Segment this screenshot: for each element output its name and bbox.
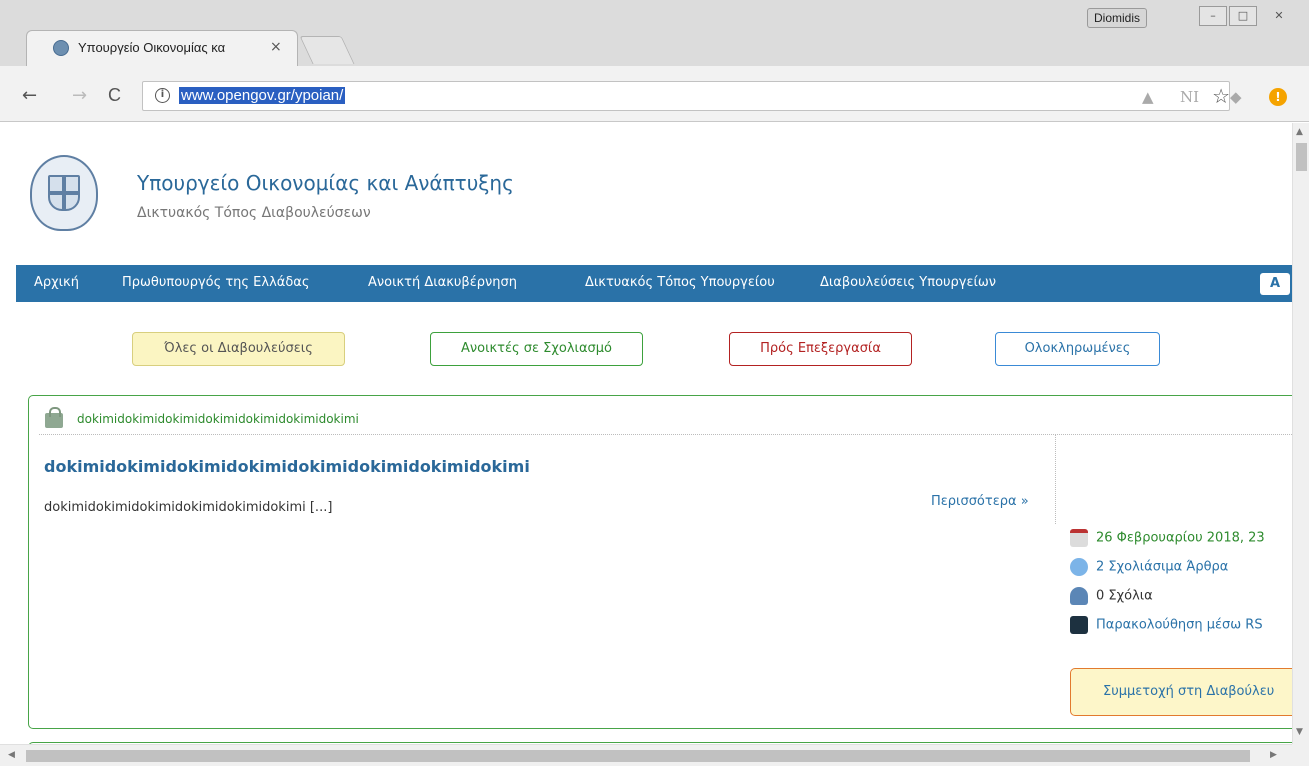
tab-title: Υπουργείο Οικονομίας κα xyxy=(78,40,226,55)
site-title[interactable]: Υπουργείο Οικονομίας και Ανάπτυξης xyxy=(137,171,514,195)
consultation-comments: 0 Σχόλια xyxy=(1070,587,1153,605)
site-info-icon[interactable]: i xyxy=(155,88,170,103)
minimize-button[interactable]: – xyxy=(1199,6,1227,26)
lock-icon xyxy=(45,407,63,428)
scroll-right-icon[interactable]: ▶ xyxy=(1270,750,1277,760)
scroll-up-icon[interactable]: ▲ xyxy=(1296,127,1303,137)
horizontal-scroll-thumb[interactable] xyxy=(26,750,1250,762)
filter-processing-button[interactable]: Πρός Επεξεργασία xyxy=(729,332,912,366)
maximize-button[interactable]: □ xyxy=(1229,6,1257,26)
drive-extension-icon[interactable]: ▲ xyxy=(1142,88,1154,106)
reload-icon[interactable]: C xyxy=(108,85,121,106)
page-viewport: Υπουργείο Οικονομίας και Ανάπτυξης Δικτυ… xyxy=(0,123,1292,744)
divider-vertical xyxy=(1055,434,1056,524)
nav-open-government[interactable]: Ανοικτή Διακυβέρνηση xyxy=(368,275,517,290)
bookmark-star-icon[interactable]: ☆ xyxy=(1212,84,1230,108)
nav-home[interactable]: Αρχική xyxy=(34,275,79,290)
horizontal-scrollbar[interactable]: ◀ ▶ xyxy=(0,744,1292,766)
address-bar[interactable]: i www.opengov.gr/ypoian/ ☆ xyxy=(142,81,1230,111)
vertical-scroll-thumb[interactable] xyxy=(1296,143,1307,171)
site-subtitle: Δικτυακός Τόπος Διαβουλεύσεων xyxy=(137,205,371,221)
browser-toolbar: ← → C i www.opengov.gr/ypoian/ ☆ ▲ NI ◆ … xyxy=(0,66,1309,122)
scroll-left-icon[interactable]: ◀ xyxy=(8,750,15,760)
back-icon[interactable]: ← xyxy=(22,85,37,106)
new-tab-button[interactable] xyxy=(299,36,355,64)
read-more-link[interactable]: Περισσότερα » xyxy=(931,494,1029,509)
nav-ministry-site[interactable]: Δικτυακός Τόπος Υπουργείου xyxy=(585,275,775,290)
favicon-icon xyxy=(53,40,69,56)
accessibility-button[interactable]: A xyxy=(1260,273,1290,295)
browser-tab[interactable]: Υπουργείο Οικονομίας κα × xyxy=(26,30,298,66)
user-icon xyxy=(1070,587,1088,605)
consultation-title[interactable]: dokimidokimidokimidokimidokimidokimidoki… xyxy=(44,457,530,476)
rss-icon xyxy=(1070,616,1088,634)
puzzle-extension-icon[interactable]: ◆ xyxy=(1230,88,1242,106)
browser-titlebar: Diomidis – □ ✕ Υπουργείο Οικονομίας κα × xyxy=(0,0,1309,75)
profile-button[interactable]: Diomidis xyxy=(1087,8,1148,28)
tab-close-icon[interactable]: × xyxy=(270,39,282,55)
url-text[interactable]: www.opengov.gr/ypoian/ xyxy=(179,87,346,104)
date-text: 26 Φεβρουαρίου 2018, 23 xyxy=(1096,530,1265,546)
emblem-cross-vertical xyxy=(62,175,66,211)
comments-count: 0 Σχόλια xyxy=(1096,588,1153,604)
forward-icon[interactable]: → xyxy=(72,85,87,106)
consultation-card: dokimidokimidokimidokimidokimidokimidoki… xyxy=(28,395,1292,729)
consultation-ministry[interactable]: dokimidokimidokimidokimidokimidokimidoki… xyxy=(77,412,359,426)
window-controls: – □ ✕ xyxy=(1197,6,1299,26)
divider xyxy=(39,434,1292,435)
close-window-button[interactable]: ✕ xyxy=(1259,6,1299,26)
participate-button[interactable]: Συμμετοχή στη Διαβούλευ xyxy=(1070,668,1292,716)
warning-extension-icon[interactable]: ! xyxy=(1269,88,1287,106)
articles-link[interactable]: 2 Σχολιάσιμα Άρθρα xyxy=(1096,560,1228,575)
consultation-articles[interactable]: 2 Σχολιάσιμα Άρθρα xyxy=(1070,558,1228,576)
nav-ministries-consultations[interactable]: Διαβουλεύσεις Υπουργείων xyxy=(820,275,996,290)
consultation-description: dokimidokimidokimidokimidokimidokimi [..… xyxy=(44,500,333,515)
vertical-scrollbar[interactable]: ▲ ▼ xyxy=(1292,123,1309,744)
ni-extension-icon[interactable]: NI xyxy=(1180,88,1199,106)
nav-prime-minister[interactable]: Πρωθυπουργός της Ελλάδας xyxy=(122,275,310,290)
consultation-rss[interactable]: Παρακολούθηση μέσω RS xyxy=(1070,616,1263,634)
scrollbar-corner xyxy=(1292,744,1309,766)
calendar-icon xyxy=(1070,529,1088,547)
consultation-date: 26 Φεβρουαρίου 2018, 23 xyxy=(1070,529,1265,547)
rss-link[interactable]: Παρακολούθηση μέσω RS xyxy=(1096,618,1263,633)
scroll-down-icon[interactable]: ▼ xyxy=(1296,727,1303,737)
filter-all-button[interactable]: Όλες οι Διαβουλεύσεις xyxy=(132,332,345,366)
main-navigation: Αρχική Πρωθυπουργός της Ελλάδας Ανοικτή … xyxy=(16,265,1292,302)
filter-completed-button[interactable]: Ολοκληρωμένες xyxy=(995,332,1160,366)
speech-bubble-icon xyxy=(1070,558,1088,576)
filter-open-button[interactable]: Ανοικτές σε Σχολιασμό xyxy=(430,332,643,366)
greek-emblem-logo[interactable] xyxy=(30,155,98,231)
